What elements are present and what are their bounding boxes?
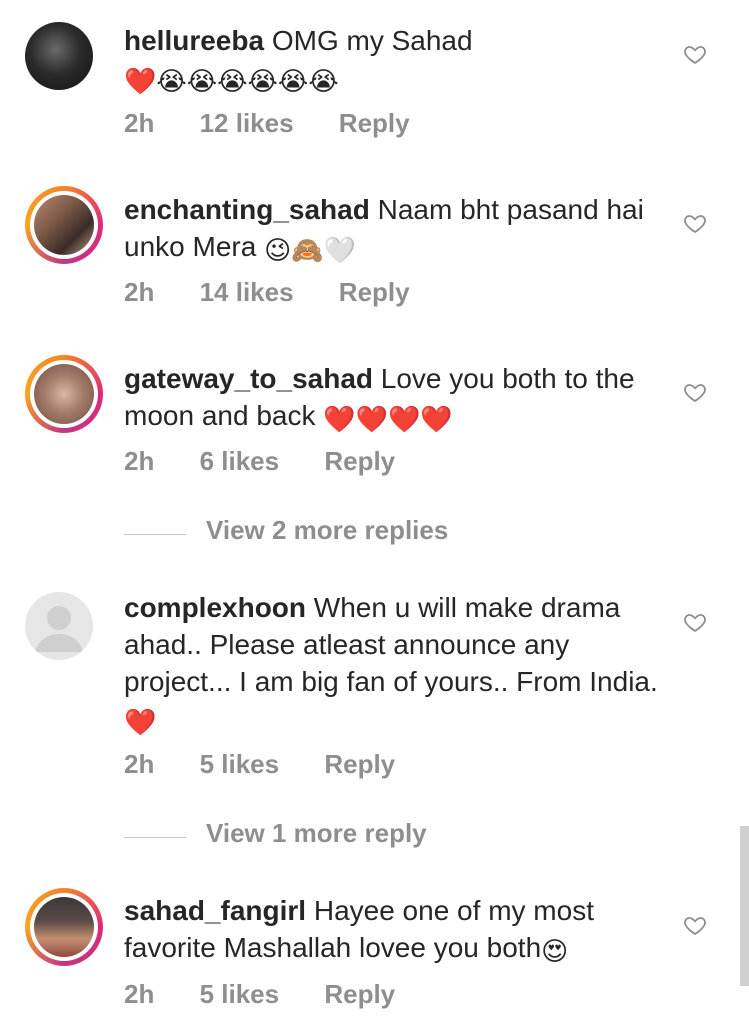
comment-emojis: ❤️❤️❤️❤️	[323, 405, 453, 435]
comment-time: 2h	[124, 749, 155, 779]
heart-outline-icon[interactable]	[683, 211, 707, 235]
comment-username[interactable]: sahad_fangirl	[124, 895, 306, 926]
comment-username[interactable]: complexhoon	[124, 592, 306, 623]
comment-text: gateway_to_sahad Love you both to the mo…	[124, 360, 664, 439]
comment-likes[interactable]: 6 likes	[200, 446, 280, 477]
comment-likes[interactable]: 12 likes	[200, 108, 294, 139]
comment-time: 2h	[124, 277, 155, 307]
comment-username[interactable]: enchanting_sahad	[124, 194, 370, 225]
heart-outline-icon[interactable]	[683, 610, 707, 634]
divider	[124, 534, 186, 535]
comment-emojis: ❤️😭😭😭😭😭😭	[124, 67, 339, 97]
comment-text: complexhoon When u will make drama ahad.…	[124, 589, 664, 742]
reply-button[interactable]: Reply	[339, 277, 410, 308]
comment-time: 2h	[124, 108, 155, 138]
comment-text: enchanting_sahad Naam bht pasand hai unk…	[124, 191, 664, 270]
avatar[interactable]	[25, 888, 103, 966]
avatar[interactable]	[25, 355, 103, 433]
comment-meta: 2h 5 likes Reply	[124, 749, 395, 780]
comment-meta: 2h 5 likes Reply	[124, 979, 395, 1010]
reply-button[interactable]: Reply	[324, 979, 395, 1010]
comment-emojis: 😉🙈🤍	[264, 236, 356, 266]
avatar[interactable]	[25, 592, 103, 670]
comment-meta: 2h 6 likes Reply	[124, 446, 395, 477]
comment-meta: 2h 12 likes Reply	[124, 108, 410, 139]
heart-outline-icon[interactable]	[683, 380, 707, 404]
heart-outline-icon[interactable]	[683, 42, 707, 66]
comment-username[interactable]: gateway_to_sahad	[124, 363, 373, 394]
comment-username[interactable]: hellureeba	[124, 25, 264, 56]
scrollbar[interactable]	[740, 826, 749, 986]
reply-button[interactable]: Reply	[324, 446, 395, 477]
comment-emojis: ❤️	[124, 708, 157, 738]
avatar[interactable]	[25, 186, 103, 264]
comments-screen: { "comments": [ { "username": "hellureeb…	[0, 0, 749, 1024]
comment-time: 2h	[124, 979, 155, 1009]
comment-likes[interactable]: 14 likes	[200, 277, 294, 308]
comment-body: OMG my Sahad	[271, 25, 473, 56]
view-replies-label: View 2 more replies	[206, 515, 449, 545]
comment-likes[interactable]: 5 likes	[200, 979, 280, 1010]
comment-emojis: 😍	[541, 937, 569, 967]
view-replies-label: View 1 more reply	[206, 818, 427, 848]
divider	[124, 837, 186, 838]
comment-text: hellureeba OMG my Sahad ❤️😭😭😭😭😭😭	[124, 22, 664, 101]
reply-button[interactable]: Reply	[324, 749, 395, 780]
comment-time: 2h	[124, 446, 155, 476]
default-avatar-icon	[35, 606, 83, 652]
heart-outline-icon[interactable]	[683, 913, 707, 937]
avatar[interactable]	[25, 22, 103, 100]
reply-button[interactable]: Reply	[339, 108, 410, 139]
comment-text: sahad_fangirl Hayee one of my most favor…	[124, 892, 664, 971]
comment-likes[interactable]: 5 likes	[200, 749, 280, 780]
comment-meta: 2h 14 likes Reply	[124, 277, 410, 308]
